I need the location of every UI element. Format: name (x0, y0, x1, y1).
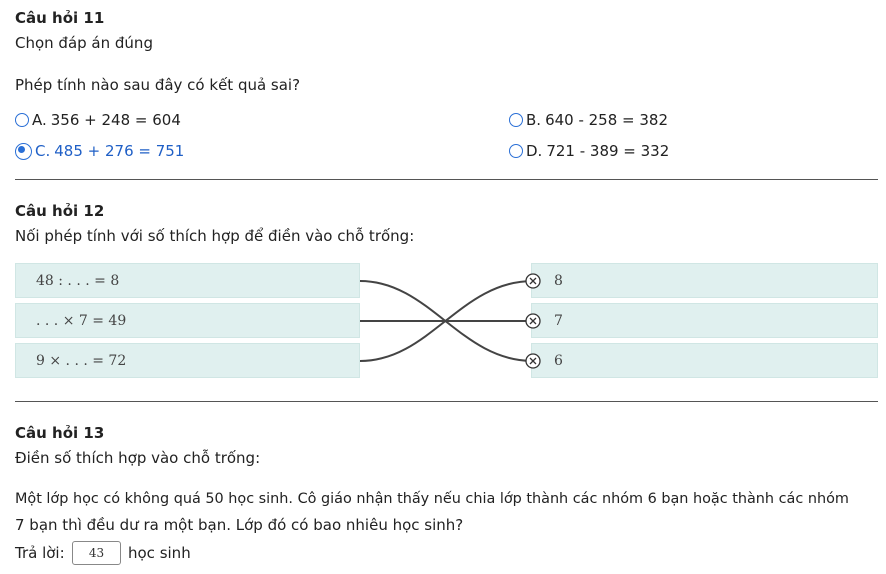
q13-problem-line1: Một lớp học có không quá 50 học sinh. Cô… (15, 491, 849, 507)
answer-input[interactable] (72, 541, 121, 565)
remove-connection-icon[interactable] (525, 273, 541, 289)
remove-connection-icon[interactable] (525, 313, 541, 329)
q13-instruction: Điền số thích hợp vào chỗ trống: (15, 449, 261, 467)
match-lines (359, 273, 541, 369)
q13-title: Câu hỏi 13 (15, 424, 105, 442)
q13-problem-line2: 7 bạn thì đều dư ra một bạn. Lớp đó có b… (15, 516, 464, 534)
divider (15, 401, 878, 402)
remove-connection-icon[interactable] (525, 353, 541, 369)
answer-label: Trả lời: (15, 544, 65, 562)
answer-unit: học sinh (128, 544, 191, 562)
